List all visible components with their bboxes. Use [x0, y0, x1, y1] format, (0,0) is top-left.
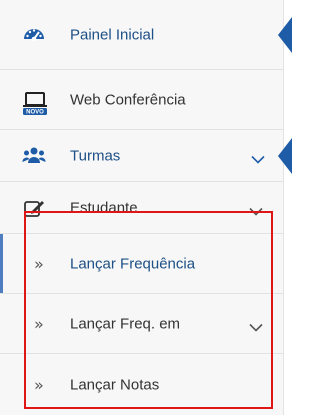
- chevron-down-icon: [249, 319, 263, 332]
- laptop-icon: NOVO: [22, 90, 47, 116]
- menu-item-turmas[interactable]: Turmas: [0, 130, 292, 182]
- menu-item-lancar-freq-em[interactable]: » Lançar Freq. em: [0, 294, 283, 354]
- menu-item-lancar-frequencia[interactable]: » Lançar Frequência: [0, 234, 283, 294]
- menu-item-label: Lançar Frequência: [70, 255, 196, 272]
- active-indicator: [0, 234, 3, 293]
- menu-item-web-conferencia[interactable]: NOVO Web Conferência: [0, 70, 283, 130]
- chevron-down-icon: [251, 151, 265, 164]
- menu-item-label: Turmas: [70, 147, 121, 164]
- menu-item-label: Lançar Notas: [70, 376, 160, 393]
- menu-item-label: Lançar Freq. em: [70, 315, 181, 332]
- users-icon: [22, 144, 46, 168]
- active-pointer-icon: [278, 16, 292, 53]
- chevron-down-icon: [249, 203, 263, 216]
- double-chevron-icon: »: [34, 375, 44, 394]
- dashboard-icon: [22, 23, 46, 47]
- menu-item-lancar-notas[interactable]: » Lançar Notas: [0, 354, 283, 415]
- double-chevron-icon: »: [34, 254, 44, 273]
- active-pointer-icon: [278, 137, 292, 174]
- menu-item-label: Web Conferência: [70, 91, 186, 108]
- menu-item-label: Painel Inicial: [70, 26, 155, 43]
- menu-item-estudante[interactable]: Estudante: [0, 182, 283, 234]
- edit-icon: [22, 196, 46, 220]
- novo-badge: NOVO: [26, 110, 44, 116]
- sidebar-menu: Painel Inicial NOVO Web Conferência Turm…: [0, 0, 292, 415]
- menu-item-label: Estudante: [70, 199, 138, 216]
- double-chevron-icon: »: [34, 314, 44, 333]
- menu-item-painel-inicial[interactable]: Painel Inicial: [0, 0, 292, 70]
